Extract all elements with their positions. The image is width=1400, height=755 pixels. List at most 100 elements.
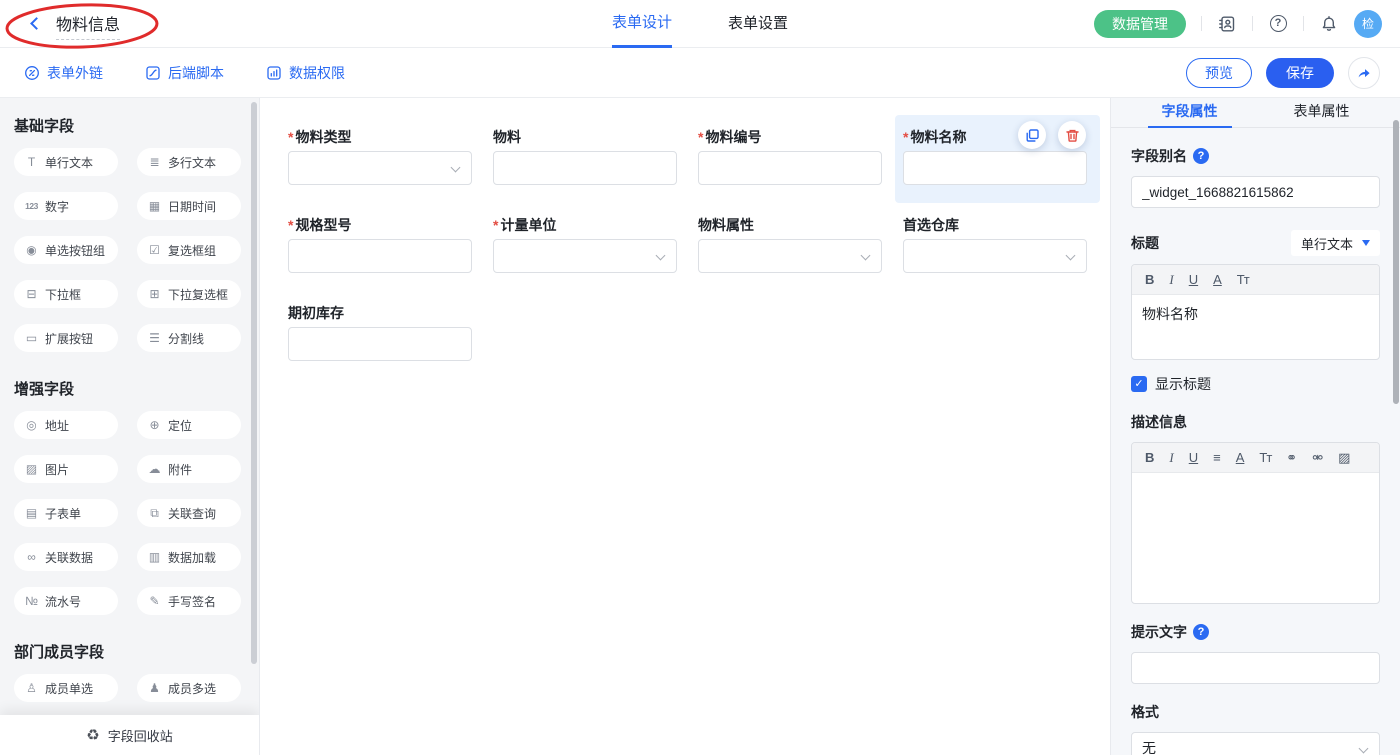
show-title-checkbox[interactable] xyxy=(1131,376,1147,392)
sidebar-scrollbar[interactable] xyxy=(251,102,257,664)
format-select[interactable]: 无 xyxy=(1131,732,1380,755)
underline-icon[interactable]: U xyxy=(1189,451,1198,464)
field-type-pill[interactable]: ☑ 复选框组 xyxy=(137,236,241,264)
field-control[interactable] xyxy=(493,151,677,185)
form-field[interactable]: 首选仓库 xyxy=(895,203,1100,291)
field-recycle-bin[interactable]: ♻ 字段回收站 xyxy=(0,715,259,755)
form-field[interactable]: 物料 xyxy=(485,115,690,203)
field-type-pill[interactable]: ▨ 图片 xyxy=(14,455,118,483)
field-type-pill[interactable]: ⧉ 关联查询 xyxy=(137,499,241,527)
format-label: 格式 xyxy=(1131,702,1380,722)
field-label-row: 物料编号 xyxy=(698,125,885,149)
field-type-pill[interactable]: ▭ 扩展按钮 xyxy=(14,324,118,352)
bell-icon[interactable] xyxy=(1319,14,1339,34)
hint-help-icon[interactable] xyxy=(1193,624,1209,640)
field-type-icon: ◉ xyxy=(24,243,39,257)
panel-tab[interactable]: 表单属性 xyxy=(1280,98,1364,128)
field-type-label: 附件 xyxy=(168,461,192,478)
field-type-pill[interactable]: ☰ 分割线 xyxy=(137,324,241,352)
color-icon[interactable]: A xyxy=(1236,451,1245,464)
field-type-pill[interactable]: ⊕ 定位 xyxy=(137,411,241,439)
italic-icon[interactable]: I xyxy=(1169,273,1173,286)
field-type-pill[interactable]: ☁ 附件 xyxy=(137,455,241,483)
panel-tab[interactable]: 字段属性 xyxy=(1148,98,1232,128)
image-icon[interactable]: ▨ xyxy=(1338,451,1350,464)
field-control[interactable] xyxy=(903,239,1087,273)
field-type-pill[interactable]: ≣ 多行文本 xyxy=(137,148,241,176)
field-type-pill[interactable]: ✎ 手写签名 xyxy=(137,587,241,615)
external-link-button[interactable]: 表单外链 xyxy=(24,63,103,83)
avatar[interactable]: 检 xyxy=(1354,10,1382,38)
link-icon[interactable]: ⚭ xyxy=(1286,451,1297,464)
form-field[interactable]: 计量单位 xyxy=(485,203,690,291)
form-field[interactable]: 物料名称 xyxy=(895,115,1100,203)
field-control[interactable] xyxy=(698,239,882,273)
panel-scrollbar[interactable] xyxy=(1393,120,1399,404)
header-tab[interactable]: 表单设置 xyxy=(728,0,788,48)
copy-field-button[interactable] xyxy=(1018,121,1046,149)
title-editor-toolbar: B I U A Tт xyxy=(1132,265,1379,295)
section-title-enhanced: 增强字段 xyxy=(14,378,259,399)
title-editor-content[interactable]: 物料名称 xyxy=(1132,295,1379,359)
bold-icon[interactable]: B xyxy=(1145,451,1154,464)
save-button[interactable]: 保存 xyxy=(1266,58,1334,88)
field-type-pill[interactable]: ◉ 单选按钮组 xyxy=(14,236,118,264)
back-button[interactable] xyxy=(24,14,44,34)
hint-input[interactable] xyxy=(1131,652,1380,684)
recycle-label: 字段回收站 xyxy=(108,726,173,745)
field-control[interactable] xyxy=(698,151,882,185)
fontsize-icon[interactable]: Tт xyxy=(1237,273,1249,286)
field-control[interactable] xyxy=(288,239,472,273)
underline-icon[interactable]: U xyxy=(1189,273,1198,286)
field-type-label: 成员多选 xyxy=(168,680,216,697)
field-type-pill[interactable]: ♟ 成员多选 xyxy=(137,674,241,702)
alias-help-icon[interactable] xyxy=(1193,148,1209,164)
field-type-pill[interactable]: ▤ 子表单 xyxy=(14,499,118,527)
field-control[interactable] xyxy=(288,327,472,361)
share-button[interactable] xyxy=(1348,57,1380,89)
field-type-pill[interactable]: 123 数字 xyxy=(14,192,118,220)
field-type-pill[interactable]: ♙ 成员单选 xyxy=(14,674,118,702)
form-field[interactable]: 物料属性 xyxy=(690,203,895,291)
alias-input[interactable] xyxy=(1131,176,1380,208)
field-type-label: 多行文本 xyxy=(168,154,216,171)
alias-label-row: 字段别名 xyxy=(1131,146,1380,166)
align-icon[interactable]: ≡ xyxy=(1213,451,1221,464)
form-field[interactable]: 物料类型 xyxy=(280,115,485,203)
form-field[interactable]: 规格型号 xyxy=(280,203,485,291)
preview-button[interactable]: 预览 xyxy=(1186,58,1252,88)
title-type-value: 单行文本 xyxy=(1301,234,1353,253)
fontsize-icon[interactable]: Tт xyxy=(1259,451,1271,464)
bold-icon[interactable]: B xyxy=(1145,273,1154,286)
field-type-pill[interactable]: T 单行文本 xyxy=(14,148,118,176)
backend-script-button[interactable]: 后端脚本 xyxy=(145,63,224,83)
italic-icon[interactable]: I xyxy=(1169,451,1173,464)
field-type-icon: ⊞ xyxy=(147,287,162,301)
field-type-pill[interactable]: № 流水号 xyxy=(14,587,118,615)
field-type-pill[interactable]: ▥ 数据加载 xyxy=(137,543,241,571)
field-type-pill[interactable]: ◎ 地址 xyxy=(14,411,118,439)
delete-field-button[interactable] xyxy=(1058,121,1086,149)
data-manage-button[interactable]: 数据管理 xyxy=(1094,10,1186,38)
field-type-pill[interactable]: ⊞ 下拉复选框 xyxy=(137,280,241,308)
color-icon[interactable]: A xyxy=(1213,273,1222,286)
help-icon[interactable] xyxy=(1268,14,1288,34)
field-type-icon: 123 xyxy=(24,201,39,211)
desc-editor-content[interactable] xyxy=(1132,473,1379,603)
field-type-pill[interactable]: ∞ 关联数据 xyxy=(14,543,118,571)
field-type-pill[interactable]: ▦ 日期时间 xyxy=(137,192,241,220)
field-type-icon: ≣ xyxy=(147,155,162,169)
title-type-dropdown[interactable]: 单行文本 xyxy=(1291,230,1380,256)
field-control[interactable] xyxy=(903,151,1087,185)
field-control[interactable] xyxy=(288,151,472,185)
field-control[interactable] xyxy=(493,239,677,273)
data-permission-button[interactable]: 数据权限 xyxy=(266,63,345,83)
required-asterisk xyxy=(903,129,908,145)
field-type-pill[interactable]: ⊟ 下拉框 xyxy=(14,280,118,308)
contacts-icon[interactable] xyxy=(1217,14,1237,34)
header-tab[interactable]: 表单设计 xyxy=(612,0,672,48)
form-field[interactable]: 物料编号 xyxy=(690,115,895,203)
unlink-icon[interactable]: ⚮ xyxy=(1312,451,1323,464)
form-field[interactable]: 期初库存 xyxy=(280,291,485,379)
page-title[interactable]: 物料信息 xyxy=(56,11,120,40)
